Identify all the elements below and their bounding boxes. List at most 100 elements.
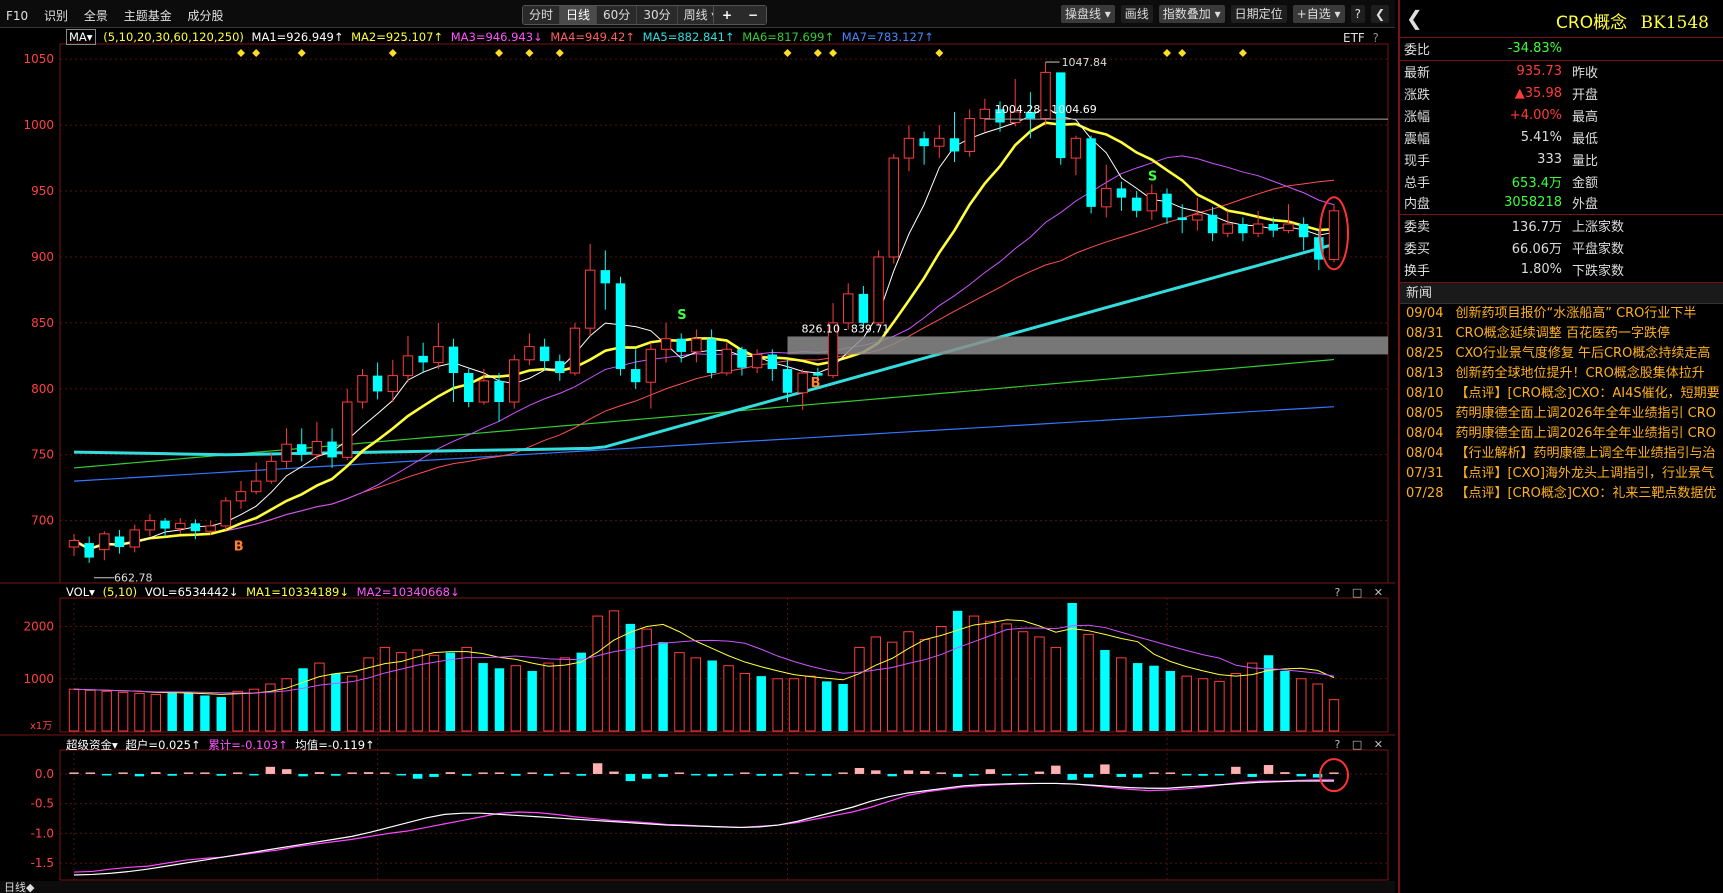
vol-bar (478, 663, 488, 731)
news-item[interactable]: 08/05 药明康德全面上调2026年全年业绩指引 CRO (1400, 404, 1723, 424)
vol-bar (510, 665, 522, 732)
news-item[interactable]: 08/31 CRO概念延续调整 百花医药一字跌停 (1400, 324, 1723, 344)
fund-bar (592, 763, 603, 774)
fund-junzhi-value: 均值=-0.119↑ (295, 738, 375, 752)
news-header[interactable]: 新闻 (1400, 282, 1723, 304)
quote-label: 最新 (1400, 59, 1456, 82)
news-item[interactable]: 09/04 创新药项目报价“水涨船高” CRO行业下半 (1400, 304, 1723, 324)
news-item[interactable]: 07/31 【点评】[CXO]海外龙头上调指引，行业景气 (1400, 464, 1723, 484)
fund-bar (167, 773, 177, 776)
candle-body (645, 348, 657, 383)
news-date: 08/04 (1406, 446, 1444, 461)
vol-value: VOL=6534442↓ (144, 585, 239, 599)
signal-diamond-icon (1238, 49, 1247, 57)
help-icon[interactable]: ? (1372, 31, 1378, 45)
vol-bar (592, 615, 603, 732)
fund-bar (642, 773, 652, 779)
news-item[interactable]: 08/13 创新药全球地位提升！CRO概念股集体拉升 (1400, 364, 1723, 384)
vol-bar (739, 673, 751, 732)
fund-tick-label: -1.5 (31, 856, 54, 870)
fund-bar (1034, 771, 1045, 774)
quote-row: 委比 -34.83% (1400, 38, 1723, 60)
candle-body (873, 256, 884, 324)
quote-label: 总手 (1404, 175, 1431, 191)
etf-label[interactable]: ETF ? (1343, 31, 1379, 45)
fund-selector-button[interactable]: 超级资金▾ (66, 738, 118, 752)
candle-body (1086, 138, 1096, 207)
fund-bar (314, 772, 325, 774)
candle-body (175, 522, 186, 530)
fund-bar (511, 773, 521, 776)
candle-body (281, 443, 292, 462)
news-item[interactable]: 08/04 药明康德全面上调2026年全年业绩指引 CRO (1400, 424, 1723, 444)
candle-body (903, 137, 915, 159)
fund-highlight-ellipse (1319, 758, 1349, 793)
back-icon[interactable]: ❮ (1406, 6, 1423, 30)
range-label: 1004.28 - 1004.69 (995, 103, 1097, 116)
fund-bar (1002, 773, 1012, 776)
vol-bar (1263, 655, 1274, 731)
fund-bar (265, 766, 276, 774)
quote-row: 委卖 136.7万 上涨家数 (1400, 213, 1723, 236)
ma1-value: MA1=926.949↑ (251, 30, 344, 44)
fund-tick-label: -0.5 (31, 797, 54, 811)
signal-diamond-icon (1178, 49, 1187, 57)
vol-bar (756, 676, 766, 731)
news-item[interactable]: 08/04 【行业解析】药明康德上调全年业绩指引与治 (1400, 444, 1723, 464)
news-date: 08/05 (1406, 406, 1444, 421)
fund-bar (1083, 773, 1094, 778)
y-tick-label: 700 (31, 514, 54, 528)
candle-body (190, 523, 201, 532)
fund-panel-tools[interactable]: ? □ ✕ (1335, 738, 1387, 751)
vol-ma1-value: MA1=10334189↓ (246, 585, 350, 599)
gap-zone (787, 336, 1388, 355)
vol-tick-label: 2000 (23, 620, 54, 634)
quote-value: 935.73 (1456, 59, 1566, 82)
quote-row: 涨跌 ▲35.98 开盘 (1400, 82, 1723, 104)
fund-bar (723, 773, 734, 776)
candle-body (1207, 214, 1218, 234)
news-date: 08/25 (1406, 346, 1444, 361)
quote-label: 委比 (1404, 43, 1431, 59)
quote-label: 委买 (1404, 241, 1431, 257)
vol-bar (216, 697, 226, 731)
candle-body (949, 138, 960, 152)
candle-body (1283, 223, 1294, 232)
fund-bar (118, 772, 128, 774)
fund-bar (1198, 773, 1208, 776)
quote-label: 涨幅 (1404, 109, 1431, 125)
vol-selector-button[interactable]: VOL▾ (66, 585, 95, 599)
fund-bar (674, 772, 685, 774)
vol-bar (1067, 603, 1077, 731)
news-item[interactable]: 08/25 CXO行业景气度修复 午后CRO概念持续走高 (1400, 344, 1723, 364)
news-item[interactable]: 08/10 【点评】[CRO概念]CXO：AI4S催化，短期要 (1400, 384, 1723, 404)
fund-bar (1051, 765, 1061, 774)
period-label[interactable]: 日线◆ (4, 879, 34, 893)
vol-bar (1165, 670, 1176, 731)
vol-bar (167, 691, 177, 731)
vol-bar (1214, 680, 1225, 732)
candle-body (494, 380, 504, 402)
quote-row: 委买 66.06万 平盘家数 (1400, 236, 1723, 258)
vol-bar (445, 652, 456, 731)
news-item[interactable]: 07/28 【点评】[CRO概念]CXO：礼来三靶点数据优 (1400, 484, 1723, 504)
fund-bar (985, 769, 996, 774)
quote-table: 委比 -34.83% 最新 935.73 昨收 涨跌 ▲35.98 开盘 涨幅 +4.00% 最高震… (1400, 38, 1723, 280)
candle-body (418, 355, 428, 363)
candle-body (509, 359, 520, 403)
fund-bar (232, 772, 243, 774)
fund-bar (1067, 773, 1077, 780)
vol-panel-tools[interactable]: ? □ ✕ (1335, 586, 1387, 599)
candle-body (1298, 224, 1309, 238)
fund-leiji-value: 累计=-0.103↑ (208, 738, 288, 752)
ma-selector-button[interactable]: MA▾ (66, 29, 96, 45)
vol-ma5-line (73, 619, 1335, 695)
candle-body (1131, 197, 1142, 211)
fund-bar (1149, 772, 1159, 774)
fund-bar (298, 773, 308, 777)
quote-value: 1.80% (1520, 261, 1562, 277)
candle-body (129, 529, 140, 548)
candle-body (615, 283, 626, 370)
candle-body (919, 138, 929, 147)
vol-bar (331, 673, 341, 731)
